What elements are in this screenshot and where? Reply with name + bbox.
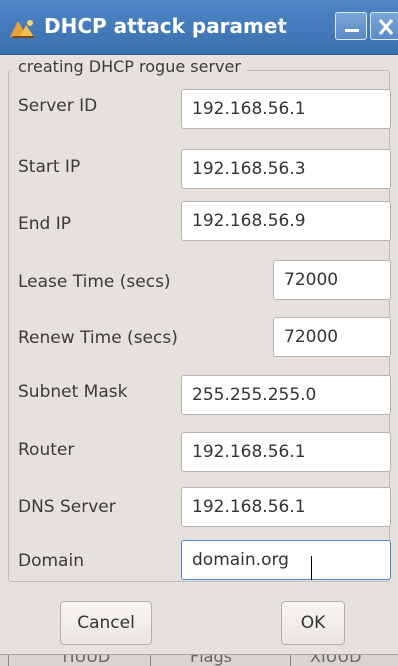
renew-time-label: Renew Time (secs) (18, 328, 178, 348)
start-ip-label: Start IP (18, 157, 81, 177)
background-column-3: XIUUD (310, 654, 362, 666)
column-separator (8, 655, 9, 666)
router-field[interactable] (181, 432, 391, 472)
lease-time-label: Lease Time (secs) (18, 272, 171, 292)
background-column-2: Flags (190, 654, 232, 666)
end-ip-label: End IP (18, 214, 71, 234)
group-title: creating DHCP rogue server (12, 56, 247, 78)
lease-time-field[interactable] (273, 260, 391, 300)
dns-server-label: DNS Server (18, 497, 116, 517)
background-column-1: TIUUD (60, 654, 111, 666)
start-ip-field[interactable] (181, 149, 391, 189)
minimize-icon (345, 29, 359, 32)
column-separator (150, 655, 151, 666)
dns-server-field[interactable] (181, 487, 391, 527)
router-label: Router (18, 440, 75, 460)
title-bar[interactable]: DHCP attack paramet (0, 0, 398, 55)
text-caret (311, 556, 312, 580)
dhcp-attack-icon (8, 17, 38, 41)
window-title: DHCP attack paramet (44, 14, 288, 38)
close-button[interactable] (370, 12, 398, 40)
server-id-field[interactable] (181, 89, 391, 129)
cancel-button[interactable]: Cancel (60, 601, 152, 645)
server-id-label: Server ID (18, 96, 98, 116)
domain-field[interactable] (181, 540, 391, 580)
renew-time-field[interactable] (273, 317, 391, 357)
end-ip-field[interactable] (181, 201, 391, 241)
minimize-button[interactable] (335, 12, 367, 40)
background-table-header: TIUUD Flags XIUUD (0, 654, 398, 666)
close-icon (378, 19, 394, 35)
ok-button[interactable]: OK (281, 601, 345, 645)
domain-label: Domain (18, 551, 84, 571)
subnet-mask-label: Subnet Mask (18, 382, 128, 402)
subnet-mask-field[interactable] (181, 375, 391, 415)
column-separator (290, 655, 291, 666)
